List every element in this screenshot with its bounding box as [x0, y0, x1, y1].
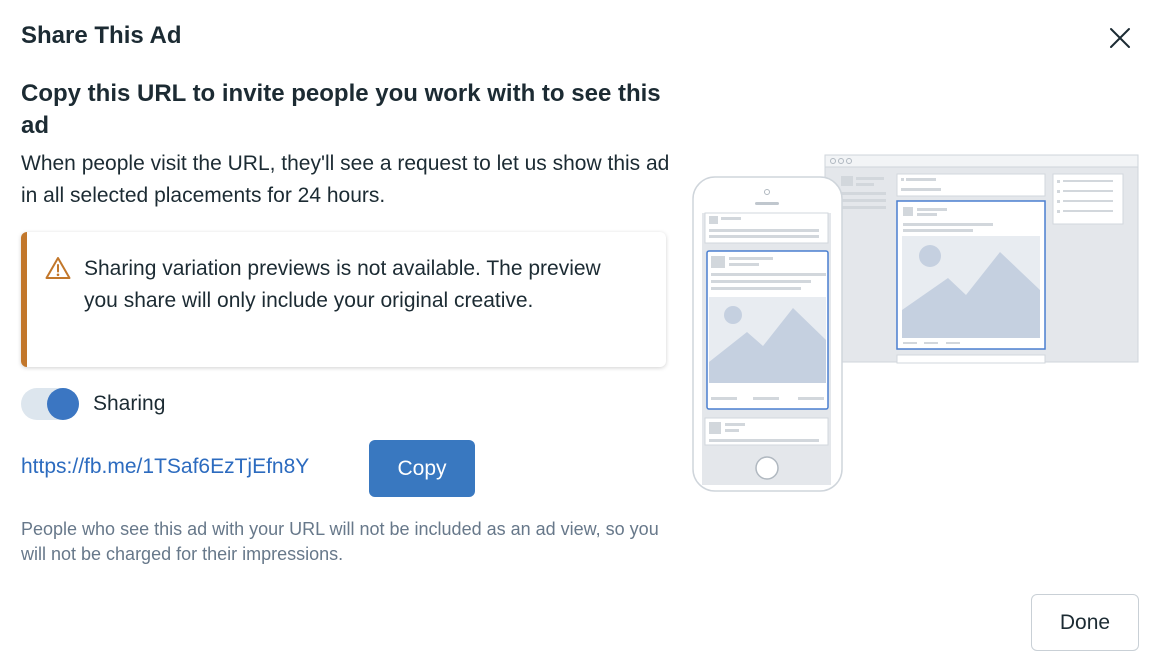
share-url-link[interactable]: https://fb.me/1TSaf6EzTjEfn8Y — [21, 455, 309, 479]
done-button[interactable]: Done — [1031, 594, 1139, 651]
warning-banner: Sharing variation previews is not availa… — [21, 232, 666, 367]
warning-triangle-icon — [45, 256, 71, 285]
sharing-toggle-label: Sharing — [93, 392, 166, 415]
sharing-toggle[interactable] — [21, 388, 79, 420]
share-description: When people visit the URL, they'll see a… — [21, 152, 670, 207]
dialog-title: Share This Ad — [21, 22, 182, 49]
footnote-text: People who see this ad with your URL wil… — [21, 519, 659, 564]
sharing-toggle-row: Sharing — [21, 388, 165, 420]
copy-button[interactable]: Copy — [369, 440, 475, 497]
ad-preview-illustration — [690, 150, 1142, 500]
share-heading: Copy this URL to invite people you work … — [21, 80, 661, 139]
warning-text: Sharing variation previews is not availa… — [84, 257, 601, 312]
close-icon — [1110, 28, 1130, 48]
share-content: Copy this URL to invite people you work … — [21, 78, 671, 367]
toggle-knob — [47, 388, 79, 420]
close-button[interactable] — [1102, 20, 1138, 56]
